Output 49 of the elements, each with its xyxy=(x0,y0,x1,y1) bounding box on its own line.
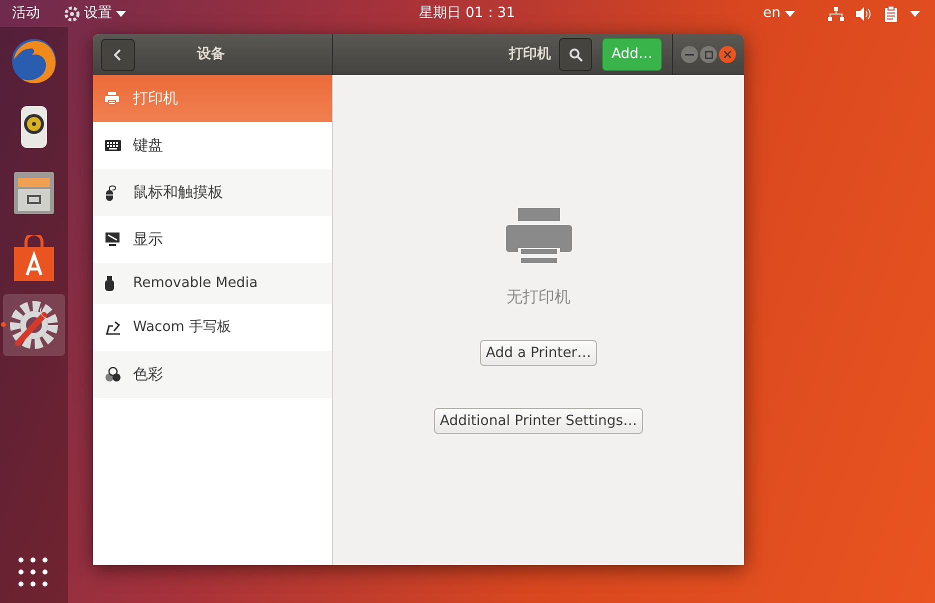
maximize-icon xyxy=(704,50,712,58)
printer-settings-button[interactable]: Additional Printer Settings… xyxy=(434,408,644,434)
sidebar-label: Removable Media xyxy=(133,274,258,293)
language-menu[interactable]: en xyxy=(763,3,794,24)
network-icon xyxy=(828,6,844,20)
gear-icon xyxy=(64,6,80,22)
sidebar-label: 打印机 xyxy=(133,88,178,110)
close-icon xyxy=(724,51,731,58)
sidebar-label: 色彩 xyxy=(133,364,163,386)
add-printer-button[interactable]: Add a Printer… xyxy=(480,340,598,366)
volume-icon xyxy=(856,6,872,20)
maximize-button[interactable] xyxy=(700,46,717,63)
drawing-tablet-icon xyxy=(105,320,121,335)
search-button[interactable] xyxy=(559,38,592,71)
empty-message: 无打印机 xyxy=(506,286,570,308)
back-button[interactable] xyxy=(101,38,135,70)
globe-fox-icon xyxy=(10,37,58,85)
activities-button[interactable]: 活动 xyxy=(12,3,40,24)
dock-item[interactable] xyxy=(3,294,65,356)
sidebar-item[interactable]: Removable Media xyxy=(93,263,332,304)
sidebar-item[interactable]: 色彩 xyxy=(93,351,332,398)
chevron-left-icon xyxy=(114,48,122,60)
keyboard-icon xyxy=(105,140,121,151)
sidebar-label: 键盘 xyxy=(133,135,163,156)
sidebar-label: Wacom 手写板 xyxy=(133,318,231,337)
page-title: 打印机 xyxy=(509,45,551,64)
system-menu[interactable] xyxy=(828,6,920,22)
gear-wrench-icon xyxy=(8,299,60,351)
caret-icon xyxy=(116,10,126,16)
sidebar-title: 设备 xyxy=(197,45,225,64)
search-icon xyxy=(568,48,582,62)
color-circles-icon xyxy=(105,367,121,382)
monitor-icon xyxy=(105,232,120,247)
mouse-icon xyxy=(105,184,119,200)
app-menu[interactable]: 设置 xyxy=(64,3,126,24)
usb-drive-icon xyxy=(105,276,114,291)
close-button[interactable] xyxy=(719,46,736,63)
app-grid-icon[interactable] xyxy=(18,557,48,587)
minimize-button[interactable] xyxy=(681,46,698,63)
clock[interactable]: 星期日 01：31 xyxy=(419,3,516,24)
printer-icon xyxy=(105,92,119,105)
caret-icon xyxy=(784,10,794,16)
sidebar-label: 显示 xyxy=(133,229,163,250)
running-indicator xyxy=(1,322,6,327)
clipboard-icon xyxy=(884,6,898,22)
sidebar-item[interactable]: 鼠标和触摸板 xyxy=(93,169,332,216)
sidebar-label: 鼠标和触摸板 xyxy=(133,182,223,204)
minimize-icon xyxy=(685,54,694,56)
caret-icon xyxy=(910,10,920,16)
